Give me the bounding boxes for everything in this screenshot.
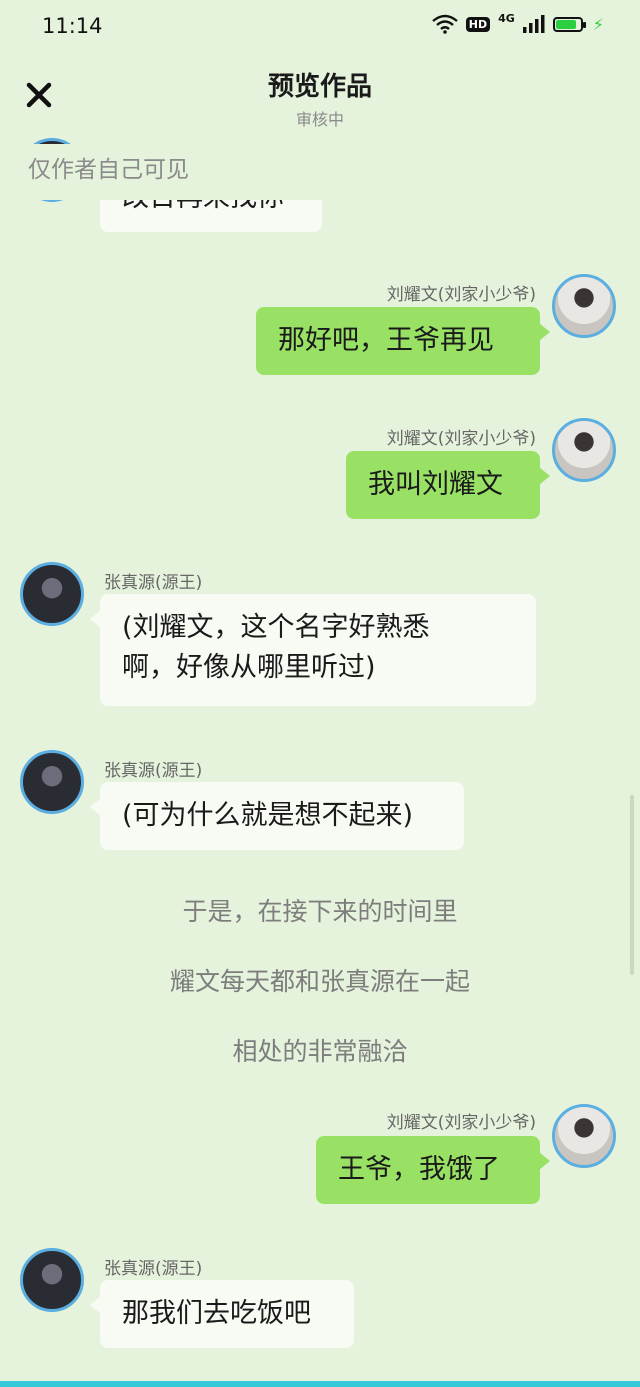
sender-name: 张真源(源王) xyxy=(104,573,203,593)
message-text: (可为什么就是想不起来) xyxy=(122,800,414,831)
avatar[interactable] xyxy=(20,1248,84,1312)
message-text: 那好吧，王爷再见 xyxy=(278,325,494,356)
bottom-accent-bar xyxy=(0,1381,640,1387)
avatar[interactable] xyxy=(552,274,616,338)
message-bubble: (刘耀文，这个名字好熟悉 啊，好像从哪里听过) xyxy=(90,594,536,706)
chat-thread: 改日再来找你 刘耀文(刘家小少爷) 那好吧，王爷再见 刘耀文(刘家小少爷) 我叫… xyxy=(0,0,640,1387)
message-bubble: 那我们去吃饭吧 xyxy=(90,1280,354,1348)
message-bubble: 王爷，我饿了 xyxy=(316,1136,550,1204)
avatar[interactable] xyxy=(552,1104,616,1168)
avatar[interactable] xyxy=(20,562,84,626)
message-text: 王爷，我饿了 xyxy=(338,1154,500,1185)
narration-text: 相处的非常融洽 xyxy=(232,1037,408,1066)
narration-text: 于是，在接下来的时间里 xyxy=(182,897,458,926)
message-bubble: 那好吧，王爷再见 xyxy=(256,307,550,375)
scrollbar[interactable] xyxy=(630,795,634,975)
sender-name: 刘耀文(刘家小少爷) xyxy=(386,1113,536,1133)
message-bubble: (可为什么就是想不起来) xyxy=(90,782,464,850)
sender-name: 张真源(源王) xyxy=(104,761,203,781)
narration-text: 耀文每天都和张真源在一起 xyxy=(169,967,470,996)
sender-name: 张真源(源王) xyxy=(104,1259,203,1279)
message-text-line: (刘耀文，这个名字好熟悉 xyxy=(122,612,430,643)
message-text: 我叫刘耀文 xyxy=(368,469,503,500)
message-text: 那我们去吃饭吧 xyxy=(122,1298,311,1329)
avatar[interactable] xyxy=(552,418,616,482)
sender-name: 刘耀文(刘家小少爷) xyxy=(386,285,536,305)
message-bubble: 我叫刘耀文 xyxy=(346,451,550,519)
sender-name: 刘耀文(刘家小少爷) xyxy=(386,429,536,449)
avatar[interactable] xyxy=(20,750,84,814)
message-text-line: 啊，好像从哪里听过) xyxy=(122,652,376,683)
visibility-notice: 仅作者自己可见 xyxy=(28,157,189,183)
